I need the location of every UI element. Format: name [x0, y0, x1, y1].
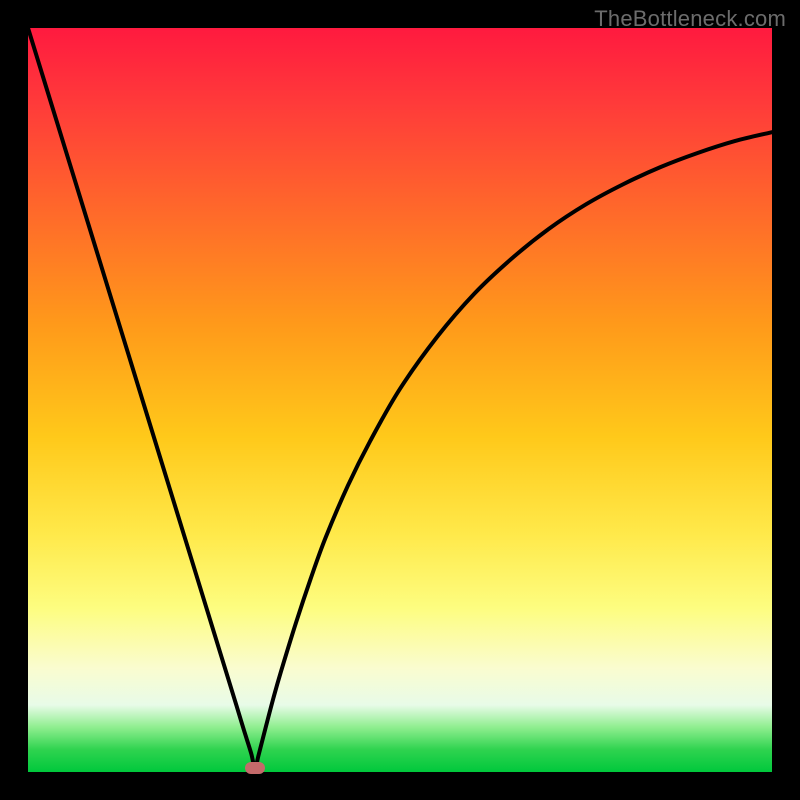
min-marker	[245, 762, 265, 774]
chart-frame: TheBottleneck.com	[0, 0, 800, 800]
plot-area	[28, 28, 772, 772]
bottleneck-curve	[28, 28, 772, 768]
curve-svg	[28, 28, 772, 772]
